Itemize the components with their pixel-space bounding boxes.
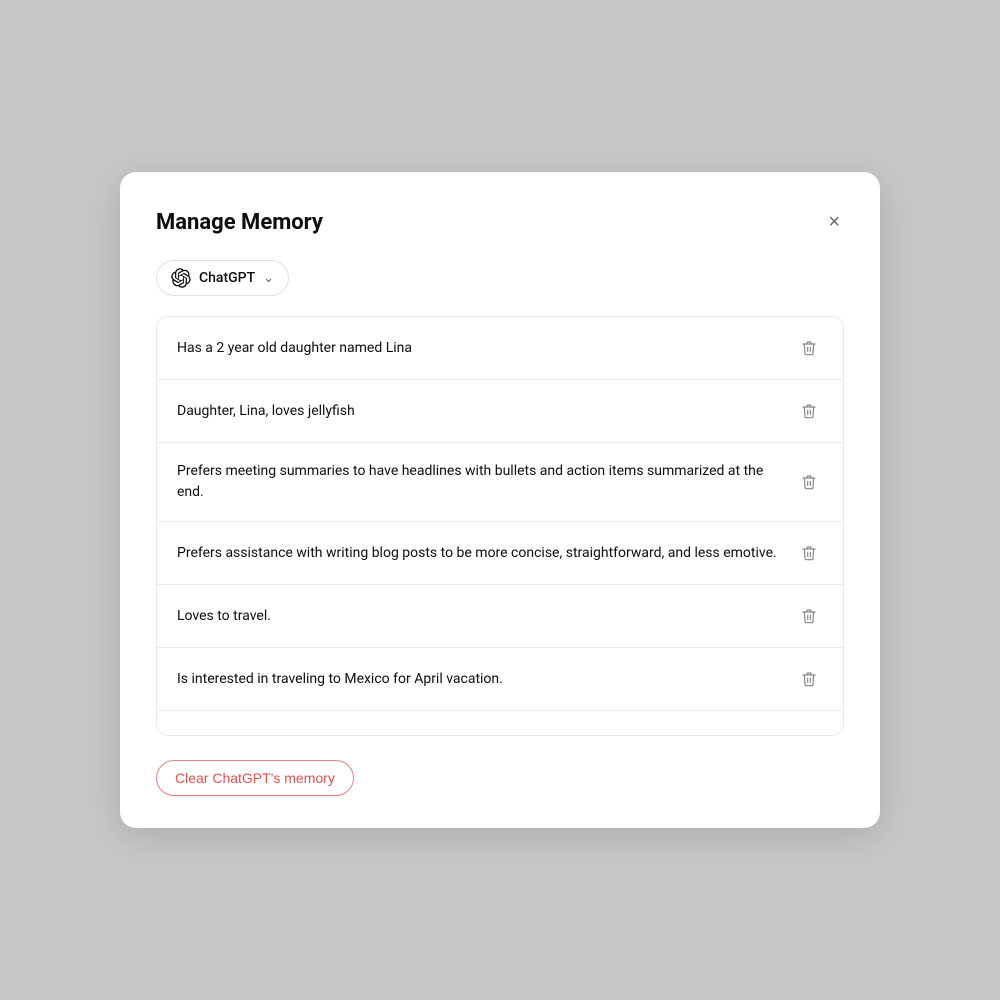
trash-icon [801,402,817,420]
close-button[interactable]: × [824,208,844,236]
memory-item: Prefers meeting summaries to have headli… [157,443,843,522]
clear-memory-button[interactable]: Clear ChatGPT's memory [156,760,354,796]
memory-item: Daughter, Lina, loves jellyfish [157,380,843,443]
delete-memory-button-2[interactable] [795,398,823,424]
delete-memory-button-7[interactable] [795,729,823,735]
memory-item [157,711,843,735]
manage-memory-modal: Manage Memory × ChatGPT ⌄ Has a 2 year o… [120,172,880,828]
memory-text: Prefers assistance with writing blog pos… [177,543,779,564]
delete-memory-button-4[interactable] [795,540,823,566]
memory-item: Is interested in traveling to Mexico for… [157,648,843,711]
trash-icon [801,544,817,562]
trash-icon [801,339,817,357]
memory-text: Has a 2 year old daughter named Lina [177,338,779,359]
memory-text: Prefers meeting summaries to have headli… [177,461,779,503]
memory-text: Loves to travel. [177,606,779,627]
memory-list: Has a 2 year old daughter named Lina Dau… [156,316,844,736]
source-selector[interactable]: ChatGPT ⌄ [156,260,289,296]
memory-item: Has a 2 year old daughter named Lina [157,317,843,380]
delete-memory-button-5[interactable] [795,603,823,629]
trash-icon [801,473,817,491]
trash-icon [801,607,817,625]
trash-icon [801,733,817,735]
memory-item: Loves to travel. [157,585,843,648]
delete-memory-button-6[interactable] [795,666,823,692]
chatgpt-icon [171,268,191,288]
modal-footer: Clear ChatGPT's memory [156,760,844,796]
memory-item: Prefers assistance with writing blog pos… [157,522,843,585]
memory-list-scroll[interactable]: Has a 2 year old daughter named Lina Dau… [157,317,843,735]
trash-icon [801,670,817,688]
modal-title: Manage Memory [156,210,323,235]
delete-memory-button-1[interactable] [795,335,823,361]
memory-text: Is interested in traveling to Mexico for… [177,669,779,690]
delete-memory-button-3[interactable] [795,469,823,495]
modal-header: Manage Memory × [156,208,844,236]
source-name: ChatGPT [199,270,255,286]
memory-text: Daughter, Lina, loves jellyfish [177,401,779,422]
chevron-down-icon: ⌄ [263,271,274,286]
